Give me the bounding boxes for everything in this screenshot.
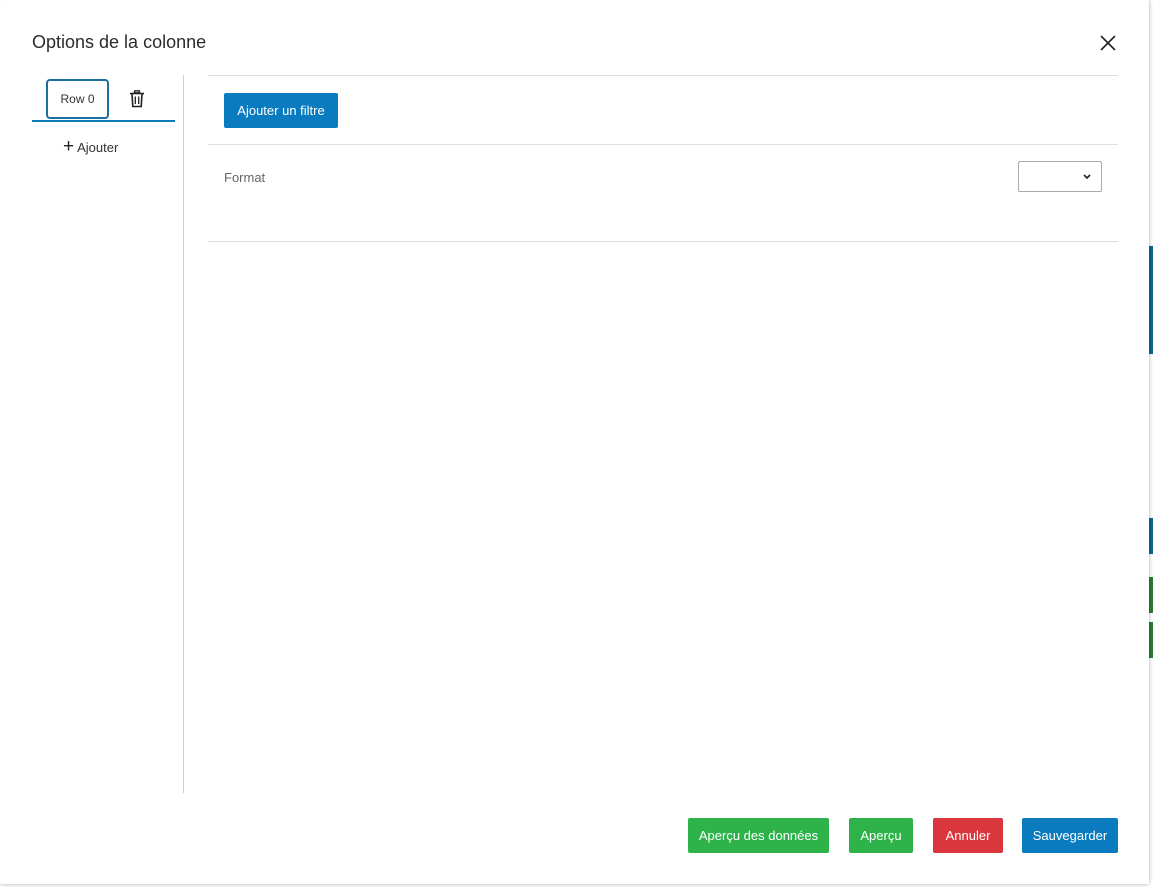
format-select[interactable] [1018, 161, 1102, 192]
delete-row-button[interactable] [129, 90, 145, 108]
section-divider [208, 241, 1118, 242]
dialog-title: Options de la colonne [32, 32, 207, 52]
row-tab-label: Row 0 [60, 92, 95, 106]
cancel-button[interactable]: Annuler [933, 818, 1003, 853]
format-label: Format [224, 170, 266, 185]
close-button[interactable] [1096, 31, 1120, 55]
section-divider [208, 144, 1118, 145]
add-row-label: Ajouter [77, 139, 119, 155]
column-options-dialog: Options de la colonne Row 0 + Ajouter Aj… [0, 0, 1149, 884]
add-row-button[interactable]: + Ajouter [63, 136, 119, 157]
section-divider [208, 75, 1118, 76]
panel-divider [183, 75, 184, 793]
data-preview-button[interactable]: Aperçu des données [688, 818, 829, 853]
plus-icon: + [63, 136, 75, 157]
trash-icon [130, 90, 144, 108]
add-filter-button[interactable]: Ajouter un filtre [224, 93, 338, 128]
close-icon [1100, 35, 1116, 51]
save-button[interactable]: Sauvegarder [1022, 818, 1118, 853]
preview-button[interactable]: Aperçu [849, 818, 913, 853]
chevron-down-icon [1083, 174, 1091, 180]
row-tabs: Row 0 [32, 76, 175, 122]
row-tab[interactable]: Row 0 [46, 79, 109, 119]
